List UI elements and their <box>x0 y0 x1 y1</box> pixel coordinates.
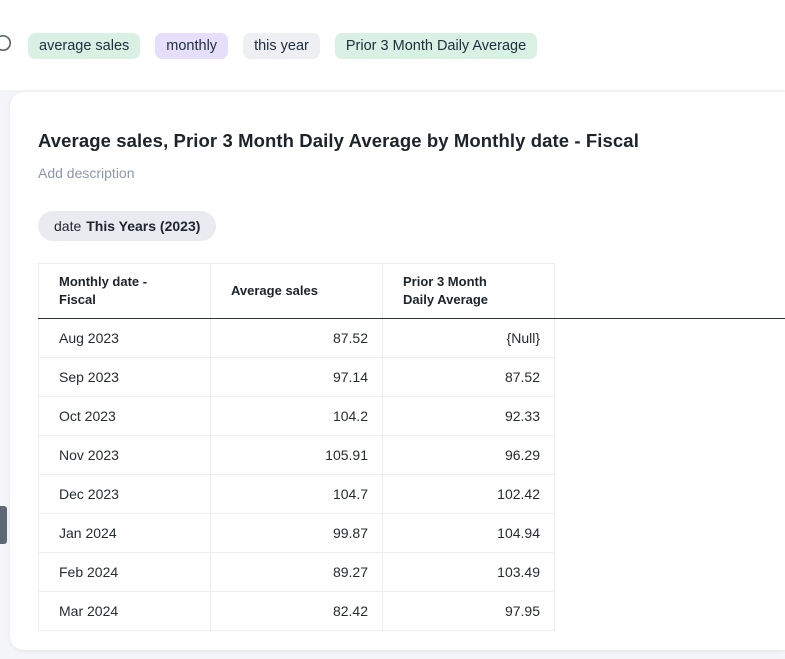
cell-value[interactable]: 105.91 <box>211 436 383 475</box>
page-title: Average sales, Prior 3 Month Daily Avera… <box>38 130 785 152</box>
add-description-link[interactable]: Add description <box>38 165 135 181</box>
cell-empty <box>555 592 785 631</box>
cell-value[interactable]: 104.2 <box>211 397 383 436</box>
cell-value[interactable]: 96.29 <box>383 436 555 475</box>
filter-field-label: date <box>54 218 81 234</box>
cell-value[interactable]: 97.95 <box>383 592 555 631</box>
left-edge-artifact <box>0 506 7 544</box>
cell-empty <box>555 553 785 592</box>
cell-value[interactable]: 99.87 <box>211 514 383 553</box>
cell-empty <box>555 358 785 397</box>
search-token[interactable]: this year <box>243 33 320 59</box>
filter-pill[interactable]: date This Years (2023) <box>38 211 216 241</box>
filter-value-label: This Years (2023) <box>86 218 200 234</box>
results-table: Monthly date - FiscalAverage salesPrior … <box>38 263 785 631</box>
table-row: Dec 2023104.7102.42 <box>39 475 785 514</box>
cell-date[interactable]: Oct 2023 <box>39 397 211 436</box>
cell-empty <box>555 436 785 475</box>
table-row: Mar 202482.4297.95 <box>39 592 785 631</box>
table-row: Jan 202499.87104.94 <box>39 514 785 553</box>
search-token[interactable]: average sales <box>28 33 140 59</box>
table-row: Aug 202387.52{Null} <box>39 319 785 358</box>
cell-value[interactable]: 82.42 <box>211 592 383 631</box>
cell-date[interactable]: Feb 2024 <box>39 553 211 592</box>
cell-date[interactable]: Nov 2023 <box>39 436 211 475</box>
search-icon[interactable] <box>0 33 14 59</box>
cell-date[interactable]: Dec 2023 <box>39 475 211 514</box>
table-row: Nov 2023105.9196.29 <box>39 436 785 475</box>
table-row: Oct 2023104.292.33 <box>39 397 785 436</box>
table-header-row: Monthly date - FiscalAverage salesPrior … <box>39 264 785 319</box>
cell-date[interactable]: Sep 2023 <box>39 358 211 397</box>
cell-empty <box>555 514 785 553</box>
cell-empty <box>555 319 785 358</box>
cell-date[interactable]: Mar 2024 <box>39 592 211 631</box>
top-search-bar: average sales monthly this year Prior 3 Mon… <box>0 0 785 90</box>
cell-value[interactable]: 87.52 <box>211 319 383 358</box>
cell-value[interactable]: 89.27 <box>211 553 383 592</box>
column-header[interactable]: Prior 3 Month Daily Average <box>383 264 555 319</box>
cell-value[interactable]: 104.94 <box>383 514 555 553</box>
column-header[interactable]: Average sales <box>211 264 383 319</box>
cell-value[interactable]: 103.49 <box>383 553 555 592</box>
cell-value[interactable]: 92.33 <box>383 397 555 436</box>
question-card: Average sales, Prior 3 Month Daily Avera… <box>10 92 785 650</box>
cell-empty <box>555 397 785 436</box>
cell-date[interactable]: Aug 2023 <box>39 319 211 358</box>
table-row: Sep 202397.1487.52 <box>39 358 785 397</box>
cell-value[interactable]: 97.14 <box>211 358 383 397</box>
search-token-list: average sales monthly this year Prior 3 Mon… <box>28 33 537 59</box>
cell-value[interactable]: 104.7 <box>211 475 383 514</box>
filter-row: date This Years (2023) <box>38 211 785 241</box>
table-row: Feb 202489.27103.49 <box>39 553 785 592</box>
search-row: average sales monthly this year Prior 3 Mon… <box>0 31 537 61</box>
search-token[interactable]: monthly <box>155 33 228 59</box>
search-token[interactable]: Prior 3 Month Daily Average <box>335 33 537 59</box>
cell-value[interactable]: 102.42 <box>383 475 555 514</box>
question-card-content: Average sales, Prior 3 Month Daily Avera… <box>10 92 785 631</box>
cell-date[interactable]: Jan 2024 <box>39 514 211 553</box>
table-body: Aug 202387.52{Null}Sep 202397.1487.52Oct… <box>39 319 785 631</box>
column-header-empty <box>555 264 785 319</box>
cell-empty <box>555 475 785 514</box>
column-header[interactable]: Monthly date - Fiscal <box>39 264 211 319</box>
cell-value[interactable]: 87.52 <box>383 358 555 397</box>
cell-value[interactable]: {Null} <box>383 319 555 358</box>
